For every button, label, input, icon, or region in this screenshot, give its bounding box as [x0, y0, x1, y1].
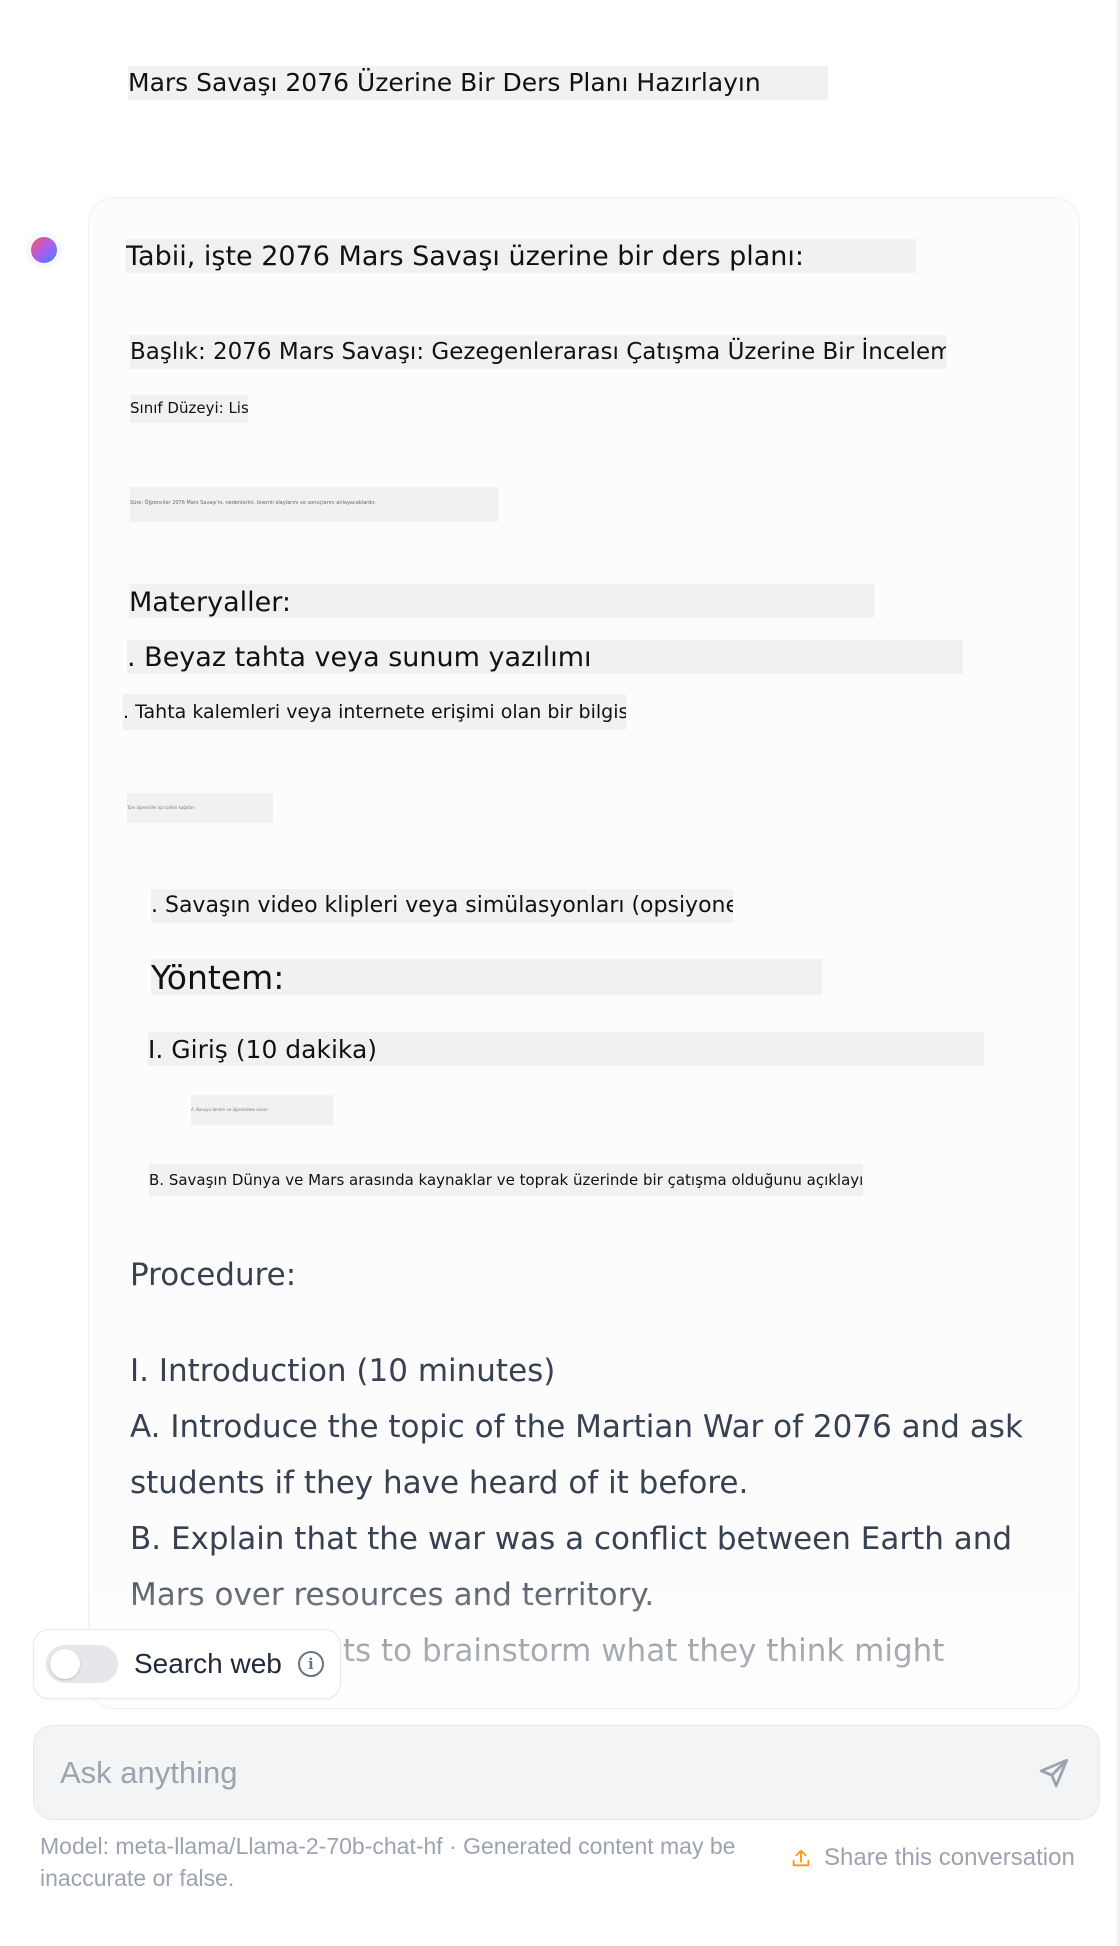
- intro-section-en: I. Introduction (10 minutes): [130, 1353, 556, 1389]
- assistant-intro: Tabii, işte 2076 Mars Savaşı üzerine bir…: [126, 239, 916, 273]
- material-item: . Savaşın video klipleri veya simülasyon…: [151, 889, 733, 923]
- chat-page: Mars Savaşı 2076 Üzerine Bir Ders Planı …: [0, 0, 1120, 1946]
- share-icon: [792, 1849, 810, 1867]
- material-item: . Beyaz tahta veya sunum yazılımı: [127, 640, 963, 674]
- share-label: Share this conversation: [824, 1844, 1075, 1871]
- toggle-knob: [50, 1649, 80, 1679]
- step-a-tr-small: A. Konuyu tanıtın ve öğrencilere sorun: [191, 1095, 333, 1125]
- grade-level: Sınıf Düzeyi: Lise: [130, 395, 248, 423]
- message-composer: [33, 1725, 1100, 1820]
- step-b-en: B. Explain that the war was a conflict b…: [130, 1521, 1013, 1613]
- material-item: . Tahta kalemleri veya internete erişimi…: [123, 694, 626, 730]
- info-icon[interactable]: i: [297, 1651, 324, 1677]
- assistant-english-text: Procedure: I. Introduction (10 minutes) …: [130, 1247, 1060, 1679]
- assistant-avatar-icon: [31, 237, 57, 263]
- materials-heading: Materyaller:: [129, 584, 874, 618]
- objective-line: Süre: Öğrenciler 2076 Mars Savaşı'nı, ne…: [130, 487, 498, 522]
- send-icon[interactable]: [1037, 1756, 1071, 1790]
- procedure-heading-tr: Yöntem:: [151, 959, 822, 995]
- search-web-toggle[interactable]: Search web i: [33, 1629, 341, 1699]
- step-a-en: A. Introduce the topic of the Martian Wa…: [130, 1409, 1023, 1501]
- model-disclaimer: Model: meta-llama/Llama-2-70b-chat-hf · …: [40, 1833, 736, 1891]
- intro-section-tr: I. Giriş (10 dakika): [148, 1032, 984, 1066]
- lesson-title: Başlık: 2076 Mars Savaşı: Gezegenleraras…: [130, 335, 946, 369]
- share-conversation-link[interactable]: Share this conversation: [790, 1844, 1075, 1872]
- procedure-heading-en: Procedure:: [130, 1257, 297, 1293]
- toggle-switch[interactable]: [46, 1645, 118, 1683]
- material-item-small: Tüm öğrenciler için bildiri kağıtları: [127, 793, 273, 823]
- user-message: Mars Savaşı 2076 Üzerine Bir Ders Planı …: [128, 66, 828, 100]
- search-web-label: Search web: [134, 1648, 282, 1679]
- step-b-tr: B. Savaşın Dünya ve Mars arasında kaynak…: [149, 1164, 863, 1196]
- chat-input[interactable]: [58, 1753, 1037, 1792]
